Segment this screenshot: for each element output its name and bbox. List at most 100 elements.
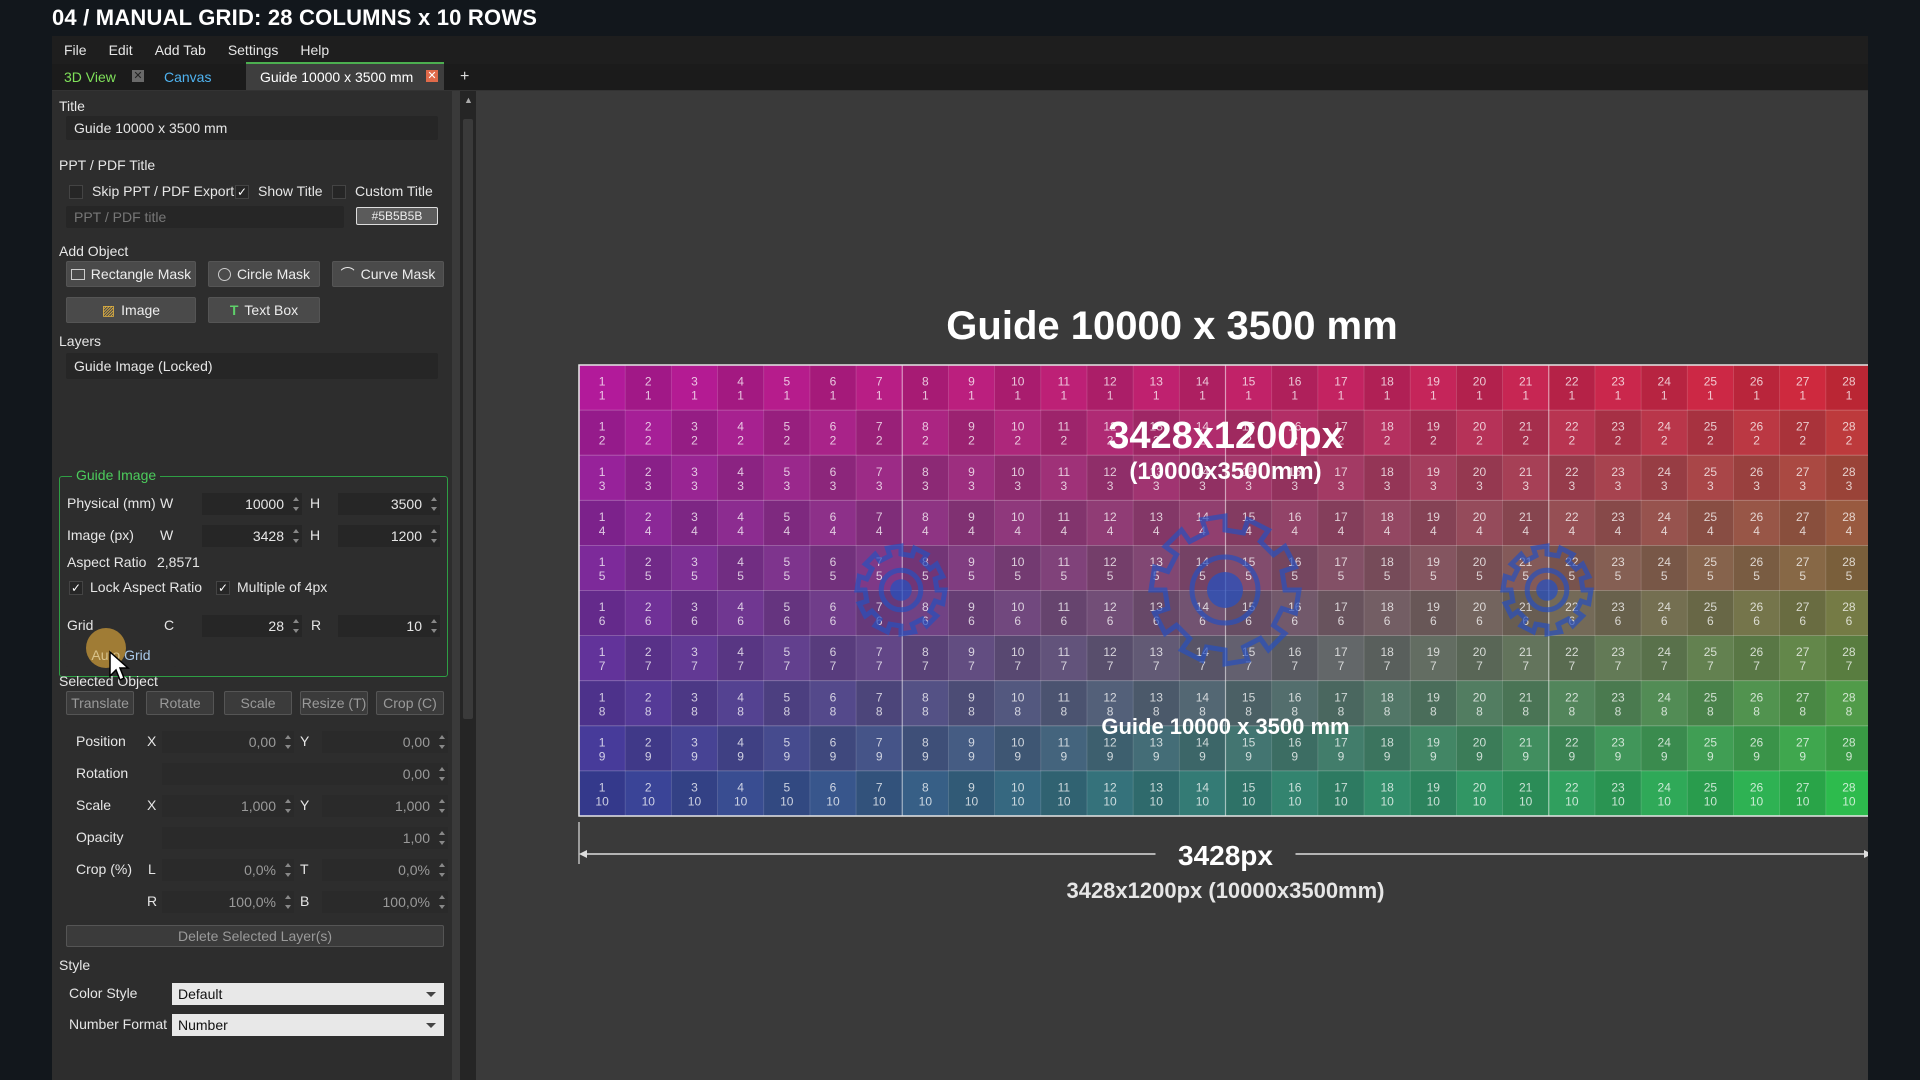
grid-cell-row-number: 10 <box>872 794 886 808</box>
spinner-icon[interactable] <box>438 798 446 814</box>
menu-add-tab[interactable]: Add Tab <box>143 42 216 58</box>
tab-3d-view[interactable]: 3D View ✕ <box>52 64 146 90</box>
rectangle-mask-button[interactable]: Rectangle Mask <box>66 261 196 287</box>
grid-cell-row-number: 5 <box>737 569 744 583</box>
spinner-icon[interactable] <box>438 894 446 910</box>
grid-cell-row-number: 2 <box>876 434 883 448</box>
opacity-input[interactable]: 1,00 <box>162 827 448 849</box>
close-icon[interactable]: ✕ <box>426 70 438 82</box>
crop-right-input[interactable]: 100,0% <box>162 891 294 913</box>
spinner-icon[interactable] <box>292 528 300 544</box>
guide-preview-canvas[interactable]: Guide 10000 x 3500 mm 112131415161718191… <box>476 91 1868 1080</box>
spinner-icon[interactable] <box>284 734 292 750</box>
position-x-input[interactable]: 0,00 <box>162 731 294 753</box>
add-tab-button[interactable]: + <box>460 64 469 90</box>
menu-file[interactable]: File <box>52 42 97 58</box>
spinner-icon[interactable] <box>430 528 438 544</box>
grid-cell-row-number: 10 <box>688 794 702 808</box>
grid-cell-column-number: 7 <box>876 375 883 389</box>
lock-aspect-checkbox[interactable]: ✓ <box>69 581 83 595</box>
crop-button[interactable]: Crop (C) <box>376 691 444 715</box>
translate-button[interactable]: Translate <box>66 691 134 715</box>
spinner-icon[interactable] <box>438 830 446 846</box>
spinner-icon[interactable] <box>438 734 446 750</box>
grid-cell-column-number: 11 <box>1058 510 1071 524</box>
crop-left-input[interactable]: 0,0% <box>162 859 294 881</box>
grid-cell-column-number: 10 <box>1011 735 1025 749</box>
grid-cell-column-number: 7 <box>876 600 883 614</box>
spinner-icon[interactable] <box>438 862 446 878</box>
spinner-icon[interactable] <box>430 496 438 512</box>
crop-l-label: L <box>148 861 156 877</box>
spinner-icon[interactable] <box>284 798 292 814</box>
menu-bar: File Edit Add Tab Settings Help <box>52 36 1868 64</box>
grid-cell-row-number: 3 <box>1846 479 1853 493</box>
position-y-input[interactable]: 0,00 <box>322 731 448 753</box>
crop-top-input[interactable]: 0,0% <box>322 859 448 881</box>
panel-scrollbar[interactable]: ▲ <box>460 91 476 1080</box>
custom-title-checkbox[interactable] <box>332 185 346 199</box>
close-icon[interactable]: ✕ <box>132 70 144 82</box>
scrollbar-thumb[interactable] <box>463 119 473 719</box>
position-label: Position <box>76 733 126 749</box>
grid-cell-row-number: 7 <box>1061 659 1068 673</box>
curve-mask-button[interactable]: ⌒ Curve Mask <box>332 261 444 287</box>
skip-export-checkbox[interactable] <box>69 185 83 199</box>
multiple-4px-checkbox[interactable]: ✓ <box>216 581 230 595</box>
gear-right-icon-hub <box>1536 579 1558 601</box>
scale-button[interactable]: Scale <box>224 691 292 715</box>
grid-cell-column-number: 12 <box>1103 510 1117 524</box>
grid-cell-column-number: 19 <box>1427 465 1441 479</box>
grid-cell-row-number: 5 <box>1291 569 1298 583</box>
spinner-icon[interactable] <box>284 894 292 910</box>
spinner-icon[interactable] <box>430 618 438 634</box>
spinner-icon[interactable] <box>292 496 300 512</box>
rotate-button[interactable]: Rotate <box>146 691 214 715</box>
add-image-button[interactable]: ▨ Image <box>66 297 196 323</box>
image-height-value: 1200 <box>390 528 422 544</box>
physical-width-input[interactable]: 10000 <box>202 493 302 515</box>
grid-cell-row-number: 6 <box>1476 614 1483 628</box>
grid-columns-input[interactable]: 28 <box>202 615 302 637</box>
crop-bottom-input[interactable]: 100,0% <box>322 891 448 913</box>
menu-edit[interactable]: Edit <box>97 42 143 58</box>
spinner-icon[interactable] <box>438 766 446 782</box>
grid-cell-column-number: 4 <box>737 780 744 794</box>
grid-cell-row-number: 3 <box>1338 479 1345 493</box>
grid-cell-row-number: 3 <box>737 479 744 493</box>
number-format-dropdown[interactable]: Number <box>172 1014 444 1036</box>
image-width-input[interactable]: 3428 <box>202 525 302 547</box>
resize-button[interactable]: Resize (T) <box>300 691 368 715</box>
grid-rows-value: 10 <box>406 618 422 634</box>
menu-help[interactable]: Help <box>288 42 339 58</box>
grid-cell-row-number: 9 <box>783 749 790 763</box>
spinner-icon[interactable] <box>284 862 292 878</box>
grid-rows-input[interactable]: 10 <box>338 615 440 637</box>
menu-settings[interactable]: Settings <box>216 42 289 58</box>
spinner-icon[interactable] <box>292 618 300 634</box>
grid-cell-row-number: 8 <box>1846 704 1853 718</box>
image-height-input[interactable]: 1200 <box>338 525 440 547</box>
delete-layers-button[interactable]: Delete Selected Layer(s) <box>66 925 444 947</box>
layer-list-item[interactable]: Guide Image (Locked) <box>66 353 438 379</box>
show-title-checkbox[interactable]: ✓ <box>235 185 249 199</box>
grid-cell-row-number: 3 <box>1384 479 1391 493</box>
grid-cell-column-number: 7 <box>876 690 883 704</box>
ppt-color-swatch[interactable]: #5B5B5B <box>356 207 438 225</box>
color-style-dropdown[interactable]: Default <box>172 983 444 1005</box>
scale-x-input[interactable]: 1,000 <box>162 795 294 817</box>
add-textbox-button[interactable]: T Text Box <box>208 297 320 323</box>
physical-height-input[interactable]: 3500 <box>338 493 440 515</box>
scroll-up-icon[interactable]: ▲ <box>464 95 473 105</box>
grid-cell-row-number: 6 <box>691 614 698 628</box>
scale-y-input[interactable]: 1,000 <box>322 795 448 817</box>
grid-cell-column-number: 14 <box>1196 690 1210 704</box>
circle-mask-button[interactable]: Circle Mask <box>208 261 320 287</box>
ppt-title-input[interactable]: PPT / PDF title <box>66 206 344 228</box>
grid-cell-row-number: 4 <box>1384 524 1391 538</box>
title-input[interactable]: Guide 10000 x 3500 mm <box>66 116 438 140</box>
rotation-input[interactable]: 0,00 <box>162 763 448 785</box>
tab-guide[interactable]: Guide 10000 x 3500 mm ✕ <box>246 62 444 90</box>
grid-cell-column-number: 28 <box>1842 420 1856 434</box>
grid-cell-column-number: 7 <box>876 420 883 434</box>
